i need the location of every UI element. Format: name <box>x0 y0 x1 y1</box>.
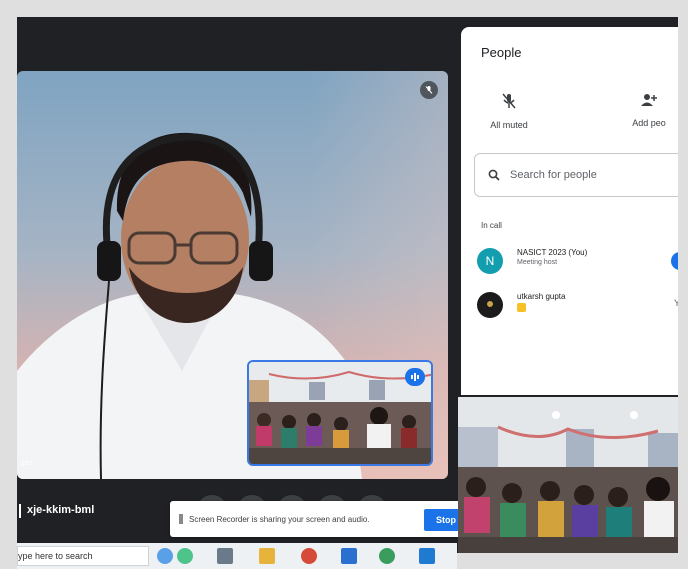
meeting-code: xje-kkim-bml <box>27 504 95 516</box>
drag-handle-icon[interactable] <box>179 514 183 524</box>
search-placeholder: Search for people <box>510 169 597 181</box>
app-icon[interactable] <box>341 548 357 564</box>
participant-name: utkarsh gupta <box>517 292 566 301</box>
add-people-button[interactable]: Add peo <box>619 93 678 128</box>
mic-muted-icon <box>420 81 438 99</box>
participant-name: NASICT 2023 (You) <box>517 248 588 257</box>
file-explorer-icon[interactable] <box>259 548 275 564</box>
panel-title: People <box>481 45 522 60</box>
cortana-icon[interactable] <box>157 548 173 564</box>
co-host-badge-icon <box>517 303 526 312</box>
avatar: N <box>477 248 503 274</box>
participant-more-icon[interactable]: Y <box>674 298 678 308</box>
windows-taskbar: ype here to search <box>17 543 457 569</box>
tile-participant-name: upta <box>19 460 33 467</box>
participant-row[interactable]: utkarsh gupta Y <box>477 292 678 318</box>
bar-separator <box>19 504 21 518</box>
participant-options-icon[interactable] <box>671 252 678 270</box>
audience-camera-tile[interactable] <box>458 397 678 553</box>
chrome-icon[interactable] <box>301 548 317 564</box>
add-people-label: Add peo <box>632 118 666 128</box>
chrome-profile-icon[interactable] <box>379 548 395 564</box>
taskbar-search-text: ype here to search <box>18 551 93 561</box>
screen-recorder-banner: Screen Recorder is sharing your screen a… <box>170 501 470 537</box>
speaking-indicator-icon <box>405 368 425 386</box>
meet-window: upta xje-kkim-bml Screen Recorder is sha… <box>17 17 678 553</box>
participant-role: Meeting host <box>517 259 558 266</box>
audience-pip-tile[interactable] <box>247 360 433 466</box>
mute-all-label: All muted <box>490 120 528 130</box>
people-search-input[interactable]: Search for people <box>474 153 678 197</box>
search-icon <box>488 169 500 181</box>
avatar <box>477 292 503 318</box>
taskbar-search-input[interactable]: ype here to search <box>17 546 149 566</box>
in-call-label: In call <box>481 221 502 230</box>
mic-off-icon <box>502 93 516 109</box>
audience-camera-video <box>458 397 678 553</box>
task-view-icon[interactable] <box>217 548 233 564</box>
recorder-message: Screen Recorder is sharing your screen a… <box>189 514 370 524</box>
widget-icon[interactable] <box>177 548 193 564</box>
participant-row[interactable]: N NASICT 2023 (You) Meeting host <box>477 248 678 274</box>
store-icon[interactable] <box>419 548 435 564</box>
add-person-icon <box>641 94 657 106</box>
people-panel: People All muted Add peo Search for peop… <box>461 27 678 395</box>
mute-all-button[interactable]: All muted <box>469 93 549 130</box>
